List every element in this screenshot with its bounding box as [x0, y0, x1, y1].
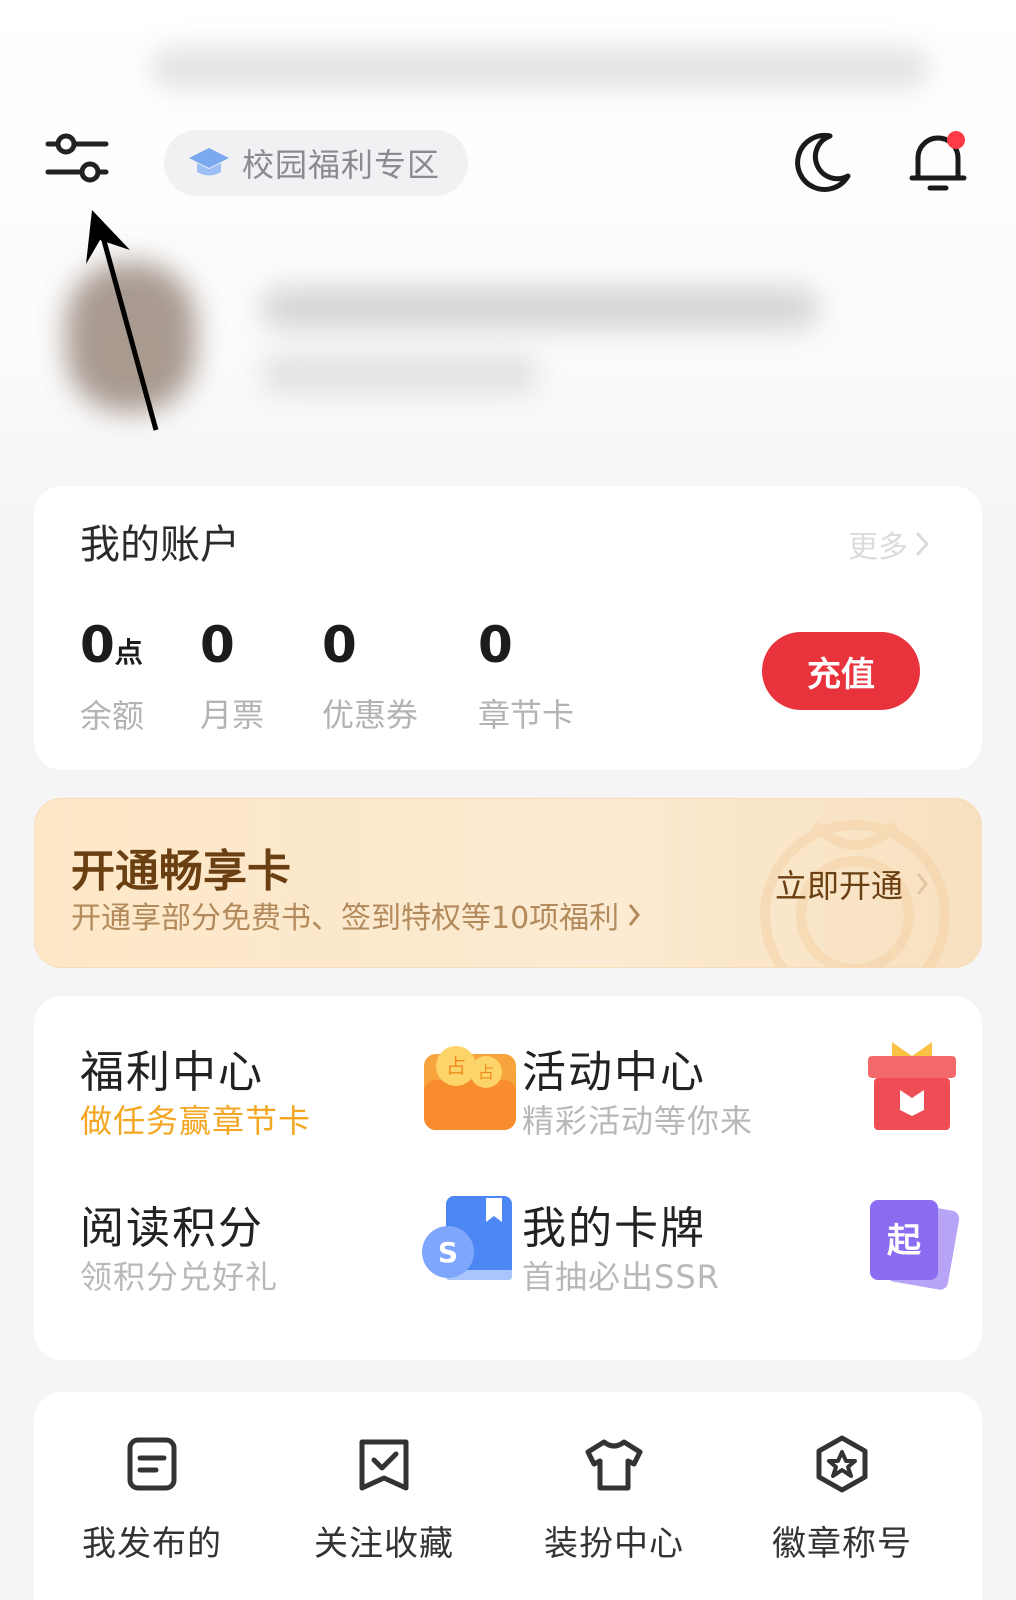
- gift-box-icon: [868, 1042, 956, 1130]
- campus-welfare-button[interactable]: 校园福利专区: [164, 130, 468, 196]
- chevron-right-icon: [916, 873, 928, 895]
- check-bookmark-icon: [359, 1439, 409, 1491]
- vip-pass-banner[interactable]: 开通畅享卡 开通享部分免费书、签到特权等10项福利 立即开通: [34, 798, 982, 968]
- svg-text:S: S: [438, 1236, 458, 1269]
- blurred-user-info: [260, 354, 540, 394]
- chevron-right-icon: [629, 904, 641, 926]
- badges-titles-label: 徽章称号: [772, 1524, 912, 1564]
- coupon-stat[interactable]: 0 优惠券: [322, 620, 418, 736]
- monthly-ticket-value: 0: [200, 616, 235, 674]
- svg-text:占: 占: [478, 1063, 494, 1082]
- recharge-button[interactable]: 充值: [762, 632, 920, 710]
- blurred-username: [260, 286, 820, 330]
- welfare-center-subtitle: 做任务赢章节卡: [80, 1102, 312, 1140]
- chapter-card-value: 0: [478, 616, 513, 674]
- balance-label: 余额: [80, 697, 145, 735]
- tshirt-icon: [585, 1439, 643, 1491]
- filter-icon: [45, 133, 109, 183]
- account-more-link[interactable]: 更多: [848, 522, 930, 566]
- account-title: 我的账户: [80, 522, 240, 568]
- bell-icon: [909, 131, 967, 191]
- monthly-ticket-label: 月票: [200, 696, 265, 734]
- chapter-card-label: 章节卡: [478, 696, 575, 734]
- badges-titles-button[interactable]: 徽章称号: [742, 1434, 942, 1584]
- coin-wallet-icon: 占 占: [424, 1046, 516, 1130]
- vip-subtitle: 开通享部分免费书、签到特权等10项福利: [71, 901, 620, 936]
- book-points-icon: S: [422, 1196, 512, 1280]
- coupon-label: 优惠券: [322, 696, 419, 734]
- filter-settings-button[interactable]: [44, 128, 116, 188]
- vip-open-label: 立即开通: [775, 867, 904, 905]
- chevron-right-icon: [915, 531, 930, 557]
- more-label: 更多: [848, 530, 908, 565]
- annotation-arrow: [86, 210, 159, 431]
- reading-points-item[interactable]: 阅读积分 领积分兑好礼 S: [80, 1192, 520, 1322]
- my-cards-title: 我的卡牌: [522, 1203, 706, 1254]
- balance-unit: 点: [114, 636, 143, 669]
- night-mode-button[interactable]: [790, 130, 854, 194]
- follow-favorites-button[interactable]: 关注收藏: [284, 1434, 484, 1584]
- my-cards-item[interactable]: 我的卡牌 首抽必出SSR 起: [522, 1192, 962, 1322]
- activity-center-item[interactable]: 活动中心 精彩活动等你来: [522, 1036, 962, 1166]
- welfare-center-title: 福利中心: [80, 1047, 264, 1098]
- svg-text:占: 占: [446, 1054, 466, 1078]
- card-deck-icon-text: 起: [887, 1221, 922, 1261]
- coupon-value: 0: [322, 616, 357, 674]
- vip-open-button[interactable]: 立即开通: [775, 861, 929, 907]
- follow-favorites-label: 关注收藏: [314, 1524, 454, 1564]
- my-posts-button[interactable]: 我发布的: [52, 1434, 252, 1584]
- blurred-status-bar: [150, 48, 930, 88]
- notifications-button[interactable]: [906, 126, 970, 196]
- tools-card: 我发布的 关注收藏 装扮中心 徽章称号: [34, 1392, 982, 1600]
- vip-title: 开通畅享卡: [71, 846, 291, 897]
- balance-stat[interactable]: 0点 余额: [80, 620, 144, 737]
- chapter-card-stat[interactable]: 0 章节卡: [478, 620, 574, 736]
- document-icon: [127, 1437, 177, 1491]
- activity-center-subtitle: 精彩活动等你来: [522, 1102, 754, 1140]
- balance-value: 0: [80, 616, 115, 674]
- dress-up-center-button[interactable]: 装扮中心: [514, 1434, 714, 1584]
- monthly-ticket-stat[interactable]: 0 月票: [200, 620, 264, 736]
- badge-star-icon: [816, 1435, 868, 1493]
- dress-up-center-label: 装扮中心: [544, 1524, 684, 1564]
- welfare-center-item[interactable]: 福利中心 做任务赢章节卡 占 占: [80, 1036, 520, 1166]
- activity-center-title: 活动中心: [522, 1047, 706, 1098]
- reading-points-subtitle: 领积分兑好礼: [80, 1258, 279, 1296]
- card-deck-icon: 起: [870, 1200, 960, 1290]
- feature-grid-card: 福利中心 做任务赢章节卡 占 占 活动中心 精彩活动等你来 阅读积分 领积分兑好…: [34, 996, 982, 1360]
- vip-subtitle-row: 开通享部分免费书、签到特权等10项福利: [71, 893, 641, 937]
- my-cards-subtitle: 首抽必出SSR: [522, 1258, 720, 1296]
- graduation-cap-icon: [189, 148, 229, 176]
- notification-badge: [947, 131, 965, 149]
- account-card: 我的账户 更多 0点 余额 0 月票 0 优惠券 0 章节卡 充值: [34, 486, 982, 770]
- my-posts-label: 我发布的: [82, 1524, 222, 1564]
- moon-icon: [795, 132, 851, 192]
- campus-welfare-label: 校园福利专区: [242, 146, 441, 184]
- reading-points-title: 阅读积分: [80, 1203, 264, 1254]
